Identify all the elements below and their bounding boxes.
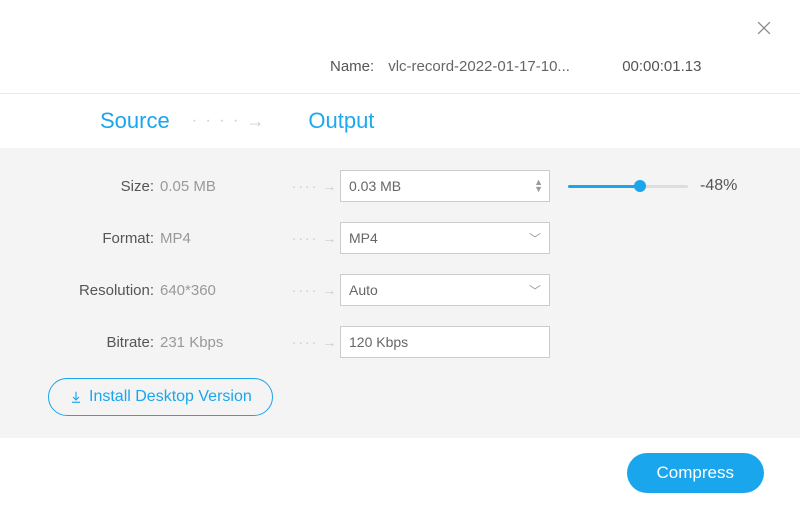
arrow-icon: ····	[290, 334, 340, 350]
chevron-down-icon: ﹀	[529, 282, 541, 299]
size-label: Size:	[0, 178, 160, 195]
resolution-select[interactable]: Auto ﹀	[340, 274, 550, 306]
bitrate-label: Bitrate:	[0, 334, 160, 351]
file-name: vlc-record-2022-01-17-10...	[388, 58, 578, 75]
resolution-output-value: Auto	[349, 282, 378, 298]
resolution-source: 640*360	[160, 282, 290, 299]
arrow-icon: ····	[290, 282, 340, 298]
size-percent: -48%	[700, 177, 737, 195]
bitrate-output-value: 120 Kbps	[349, 334, 408, 350]
size-output-stepper[interactable]: 0.03 MB ▲▼	[340, 170, 550, 202]
chevron-down-icon: ﹀	[529, 230, 541, 247]
install-desktop-label: Install Desktop Version	[89, 388, 252, 406]
size-output-value: 0.03 MB	[349, 178, 401, 194]
compress-label: Compress	[657, 463, 734, 482]
output-header: Output	[308, 108, 374, 134]
compress-button[interactable]: Compress	[627, 453, 764, 493]
size-slider[interactable]	[568, 180, 688, 192]
install-desktop-button[interactable]: Install Desktop Version	[48, 378, 273, 416]
arrow-icon: ····	[290, 230, 340, 246]
settings-body: Size: 0.05 MB ···· 0.03 MB ▲▼ -48% Forma…	[0, 148, 800, 438]
bitrate-source: 231 Kbps	[160, 334, 290, 351]
arrow-icon: ····	[290, 178, 340, 194]
name-label: Name:	[330, 58, 374, 75]
format-label: Format:	[0, 230, 160, 247]
file-info-row: Name: vlc-record-2022-01-17-10... 00:00:…	[0, 0, 800, 93]
format-select[interactable]: MP4 ﹀	[340, 222, 550, 254]
format-output-value: MP4	[349, 230, 378, 246]
download-icon	[69, 390, 83, 404]
file-duration: 00:00:01.13	[622, 58, 701, 75]
source-header: Source	[100, 108, 170, 134]
arrow-icon: · · · ·	[192, 111, 267, 132]
resolution-label: Resolution:	[0, 282, 160, 299]
close-icon[interactable]	[754, 18, 778, 42]
stepper-icon[interactable]: ▲▼	[534, 179, 543, 193]
column-headers: Source · · · · Output	[0, 94, 800, 148]
format-source: MP4	[160, 230, 290, 247]
bitrate-input[interactable]: 120 Kbps	[340, 326, 550, 358]
size-source: 0.05 MB	[160, 178, 290, 195]
